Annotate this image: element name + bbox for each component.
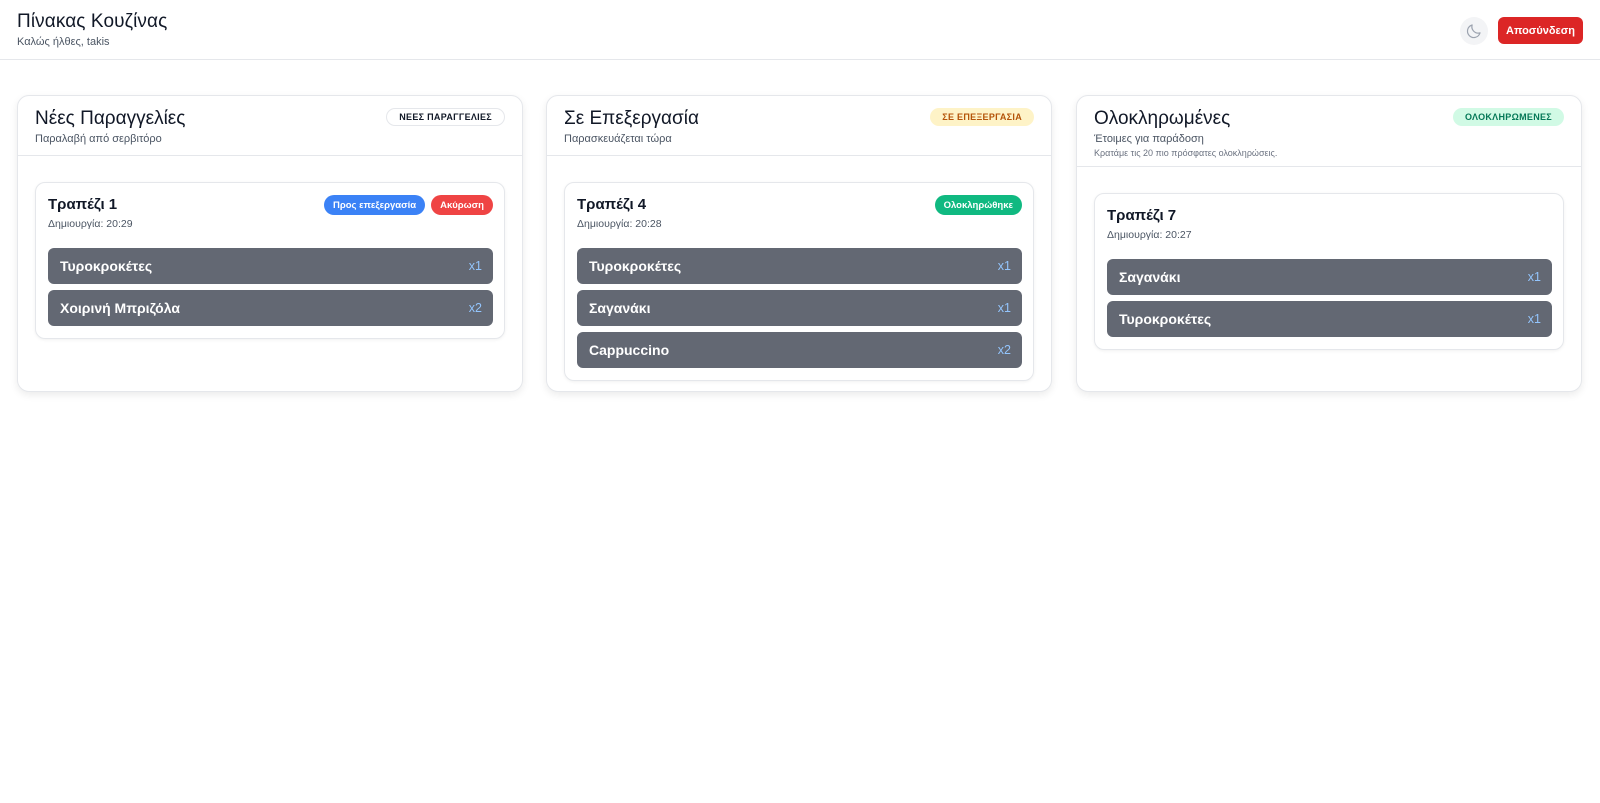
item-quantity: x1 [468,259,482,273]
table-name: Τραπέζι 7 [1107,207,1177,224]
column-subtitle: Παρασκευάζεται τώρα [564,133,672,145]
item-quantity: x1 [1527,312,1541,326]
item-name: Τυροκροκέτες [60,258,153,274]
item-name: Σαγανάκι [589,300,651,316]
item-quantity: x1 [997,259,1011,273]
item-name: Τυροκροκέτες [1119,311,1212,327]
item-name: Σαγανάκι [1119,269,1181,285]
item-quantity: x1 [1527,270,1541,284]
list-item: Χοιρινή Μπριζόλα x2 [48,290,493,326]
cancel-button[interactable]: Ακύρωση [431,195,493,215]
status-badge: ΣΕ ΕΠΕΞΕΡΓΑΣΙΑ [930,108,1034,126]
order-actions: Ολοκληρώθηκε [934,195,1022,215]
list-item: Τυροκροκέτες x1 [577,248,1022,284]
theme-toggle-button[interactable] [1460,17,1488,45]
order-items: Σαγανάκι x1 Τυροκροκέτες x1 [1107,259,1552,337]
column-header: Ολοκληρωμένες Έτοιμες για παράδοση Κρατά… [1077,96,1581,167]
item-name: Cappuccino [589,342,670,358]
column-processing: Σε Επεξεργασία Παρασκευάζεται τώρα ΣΕ ΕΠ… [546,95,1052,392]
item-quantity: x2 [468,301,482,315]
list-item: Σαγανάκι x1 [577,290,1022,326]
created-time: Δημιουργία: 20:27 [1107,229,1192,241]
order-actions: Προς επεξεργασία Ακύρωση [323,195,493,215]
item-name: Χοιρινή Μπριζόλα [60,300,180,316]
order-card: Τραπέζι 7 Δημιουργία: 20:27 Σαγανάκι x1 … [1094,193,1564,350]
top-bar: Πίνακας Κουζίνας Καλώς ήλθες, takis Αποσ… [0,0,1600,60]
order-items: Τυροκροκέτες x1 Χοιρινή Μπριζόλα x2 [48,248,493,326]
order-items: Τυροκροκέτες x1 Σαγανάκι x1 Cappuccino x… [577,248,1022,368]
list-item: Τυροκροκέτες x1 [48,248,493,284]
item-name: Τυροκροκέτες [589,258,682,274]
status-badge: ΟΛΟΚΛΗΡΩΜΕΝΕΣ [1452,108,1564,126]
logout-button[interactable]: Αποσύνδεση [1498,17,1583,44]
to-processing-button[interactable]: Προς επεξεργασία [323,195,426,215]
status-badge: ΝΕΕΣ ΠΑΡΑΓΓΕΛΙΕΣ [386,108,505,126]
list-item: Σαγανάκι x1 [1107,259,1552,295]
order-card: Τραπέζι 4 Δημιουργία: 20:28 Ολοκληρώθηκε… [564,182,1034,381]
item-quantity: x2 [997,343,1011,357]
created-time: Δημιουργία: 20:29 [48,218,133,230]
item-quantity: x1 [997,301,1011,315]
column-subtitle: Έτοιμες για παράδοση [1094,133,1204,145]
column-note: Κρατάμε τις 20 πιο πρόσφατες ολοκληρώσει… [1094,148,1278,158]
list-item: Cappuccino x2 [577,332,1022,368]
complete-button[interactable]: Ολοκληρώθηκε [934,195,1022,215]
moon-icon [1466,24,1481,39]
column-header: Σε Επεξεργασία Παρασκευάζεται τώρα ΣΕ ΕΠ… [547,96,1051,156]
column-subtitle: Παραλαβή από σερβιτόρο [35,133,162,145]
list-item: Τυροκροκέτες x1 [1107,301,1552,337]
page-title: Πίνακας Κουζίνας [17,11,168,32]
created-time: Δημιουργία: 20:28 [577,218,662,230]
column-new-orders: Νέες Παραγγελίες Παραλαβή από σερβιτόρο … [17,95,523,392]
column-header: Νέες Παραγγελίες Παραλαβή από σερβιτόρο … [18,96,522,156]
welcome-text: Καλώς ήλθες, takis [17,36,110,48]
order-card: Τραπέζι 1 Δημιουργία: 20:29 Προς επεξεργ… [35,182,505,339]
column-completed: Ολοκληρωμένες Έτοιμες για παράδοση Κρατά… [1076,95,1582,392]
